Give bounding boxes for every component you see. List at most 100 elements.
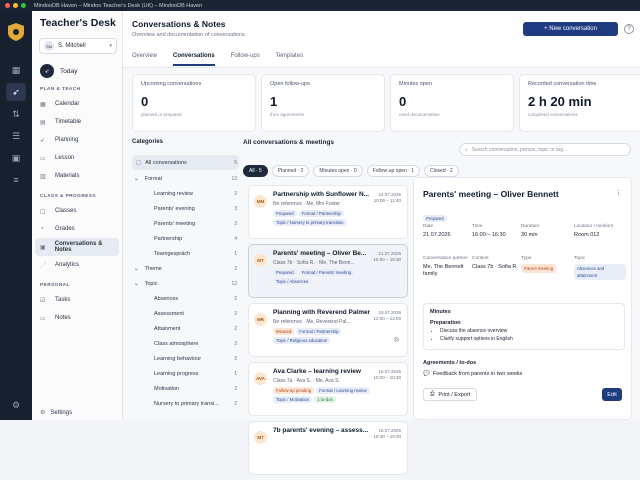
sidebar-nav: PLAN & TEACH ▦ Calendar ▤ Timetable ➶ Planning… [32, 87, 122, 327]
tab-conversations[interactable]: Conversations [173, 53, 215, 66]
card-tags: Minuted Format / Partnership Topic / Relig… [273, 328, 383, 344]
category-item[interactable]: Assessment 2 [132, 306, 239, 321]
sidebar-item-classes[interactable]: ▢ Classes [32, 202, 122, 220]
window-controls[interactable] [5, 3, 26, 8]
category-item[interactable]: Teamgespräch 1 [132, 246, 239, 261]
filter-chip[interactable]: Closed · 2 [424, 165, 459, 177]
category-count: 5 [234, 159, 237, 166]
category-item[interactable]: Attainment 2 [132, 321, 239, 336]
filter-chip[interactable]: Planned · 2 [271, 165, 310, 177]
tab-overview[interactable]: Overview [132, 53, 157, 66]
category-count: 3 [234, 205, 237, 212]
conversation-card[interactable]: MM Partnership with Sunflower N... No refe… [248, 185, 408, 239]
sidebar-item-conversations-notes[interactable]: ▣ Conversations & Notes [35, 238, 119, 256]
sidebar-item-planning[interactable]: ➶ Planning [32, 131, 122, 149]
transfer-icon[interactable]: ⇅ [6, 105, 26, 123]
tasks-icon: ☑ [40, 297, 46, 304]
card-tags: Prepared Format / Partnership Topic / Nurs… [273, 210, 383, 226]
icon-rail: ▦ ➶ ⇅ ☰ ▣ ≡ ⚙ [0, 11, 32, 420]
category-item[interactable]: Partnership 4 [132, 231, 239, 246]
new-conversation-button[interactable]: + New conversation [523, 22, 618, 36]
dashboard-icon[interactable]: ▦ [6, 61, 26, 79]
category-group[interactable]: ⌄ Topic 12 [132, 276, 239, 291]
close-window-button[interactable] [5, 3, 10, 8]
conversation-card[interactable]: MT Parents' meeting – Oliver Be... Class 7… [248, 244, 408, 298]
printer-icon: ⎙ [430, 391, 435, 397]
rocket-icon[interactable]: ➶ [6, 83, 26, 101]
filter-chip[interactable]: All · 5 [243, 165, 268, 177]
category-group[interactable]: ⌄ Theme 2 [132, 261, 239, 276]
card-title: Ava Clarke – learning review [273, 368, 361, 375]
list-title: All conversations & meetings [243, 139, 335, 146]
list-icon[interactable]: ☰ [6, 127, 26, 145]
today-item[interactable]: ➶ Today [40, 64, 122, 78]
conversation-card[interactable]: MR Planning with Reverend Palmer No refere… [248, 303, 408, 357]
category-label: Assessment [154, 310, 184, 317]
category-item[interactable]: Absences 2 [132, 291, 239, 306]
stat-sub: from agreements [270, 112, 305, 117]
card-date: 24.07.2026 10:00 – 11:40 [374, 192, 401, 204]
print-export-button[interactable]: ⎙ Print / Export [423, 388, 478, 401]
sidebar-item-calendar[interactable]: ▦ Calendar [32, 95, 122, 113]
inbox-icon[interactable]: ▣ [6, 149, 26, 167]
category-item[interactable]: Class atmosphere 3 [132, 336, 239, 351]
zoom-window-button[interactable] [21, 3, 26, 8]
timetable-icon: ▤ [40, 119, 46, 126]
tag: Absences and attainment [574, 264, 626, 280]
category-all[interactable]: ▢ All conversations 5 [132, 155, 239, 170]
category-group[interactable]: ⌄ Format 13 [132, 171, 239, 186]
category-count: 2 [234, 385, 237, 392]
category-item[interactable]: Parents' evening 3 [132, 201, 239, 216]
status-badge: Prepared [423, 207, 447, 225]
stat-label: Minutes open [399, 81, 433, 87]
brand-title: Teacher's Desk [40, 17, 116, 29]
conversation-card[interactable]: AVA Ava Clarke – learning review Class 7a … [248, 362, 408, 416]
sidebar-item-grades[interactable]: ◔ Grades [32, 220, 122, 238]
grades-icon: ◔ [40, 226, 44, 232]
target-icon[interactable]: ◎ [394, 336, 399, 343]
detail-field: Location / medium Room 012 [574, 224, 626, 239]
category-item[interactable]: Learning progress 1 [132, 366, 239, 381]
category-item[interactable]: Learning behaviour 3 [132, 351, 239, 366]
sidebar-item-timetable[interactable]: ▤ Timetable [32, 113, 122, 131]
category-item[interactable]: Parents' meeting 3 [132, 216, 239, 231]
category-label: Class atmosphere [154, 340, 199, 347]
card-meta: No reference · Me, Reverend Pal... [273, 319, 351, 325]
filter-chip[interactable]: Follow-up open · 1 [366, 165, 421, 177]
help-icon[interactable]: ? [624, 24, 634, 34]
stat-value: 2 h 20 min [528, 94, 592, 109]
category-count: 2 [234, 325, 237, 332]
sliders-icon[interactable]: ≡ [6, 171, 26, 189]
tab-follow-ups[interactable]: Follow-ups [231, 53, 260, 66]
rail-settings-icon[interactable]: ⚙ [6, 396, 26, 414]
sidebar-item-analytics[interactable]: ⋰ Analytics [32, 256, 122, 274]
sidebar-item-tasks[interactable]: ☑ Tasks [32, 291, 122, 309]
more-options-icon[interactable]: ⋮ [615, 189, 622, 197]
conversation-card[interactable]: M7 7b parents' evening – assess... 15.07.2… [248, 421, 408, 475]
card-date: 21.07.2026 16:00 – 16:30 [373, 251, 401, 263]
detail-field-label: Date [423, 224, 434, 229]
tab-templates[interactable]: Templates [276, 53, 303, 66]
category-item[interactable]: Motivation 2 [132, 381, 239, 396]
sidebar-item-materials[interactable]: ▥ Materials [32, 167, 122, 185]
card-title: 7b parents' evening – assess... [273, 427, 369, 434]
sidebar-item-label: Notes [55, 315, 71, 321]
card-meta: No reference · Me, Mrs Foster [273, 201, 340, 207]
detail-field: Time 16:00 – 16:30 [472, 224, 518, 239]
category-item[interactable]: Nursery to primary transi... 2 [132, 396, 239, 411]
minimize-window-button[interactable] [13, 3, 18, 8]
todo-item[interactable]: 💬 Feedback from parents in two weeks [423, 371, 522, 377]
category-label: Format [144, 175, 163, 182]
detail-field: Conversation partner Me, The Bennett fami… [423, 256, 469, 278]
edit-button[interactable]: Edit [602, 388, 622, 401]
user-switcher[interactable]: SM S. Mitchell ▾ [39, 38, 117, 54]
card-date: 19.07.2026 12:00 – 13:00 [373, 310, 401, 322]
settings-item[interactable]: ⚙ Settings [40, 409, 72, 417]
detail-field-label: Location / medium [574, 224, 614, 229]
sidebar-item-notes[interactable]: ▭ Notes [32, 309, 122, 327]
category-item[interactable]: Learning review 2 [132, 186, 239, 201]
chevron-down-icon: ⌄ [134, 175, 139, 182]
filter-chip[interactable]: Minutes open · 0 [313, 165, 363, 177]
sidebar-item-lesson[interactable]: ▭ Lesson [32, 149, 122, 167]
search-input[interactable]: ⌕ Search conversation, person, topic or … [459, 143, 631, 156]
